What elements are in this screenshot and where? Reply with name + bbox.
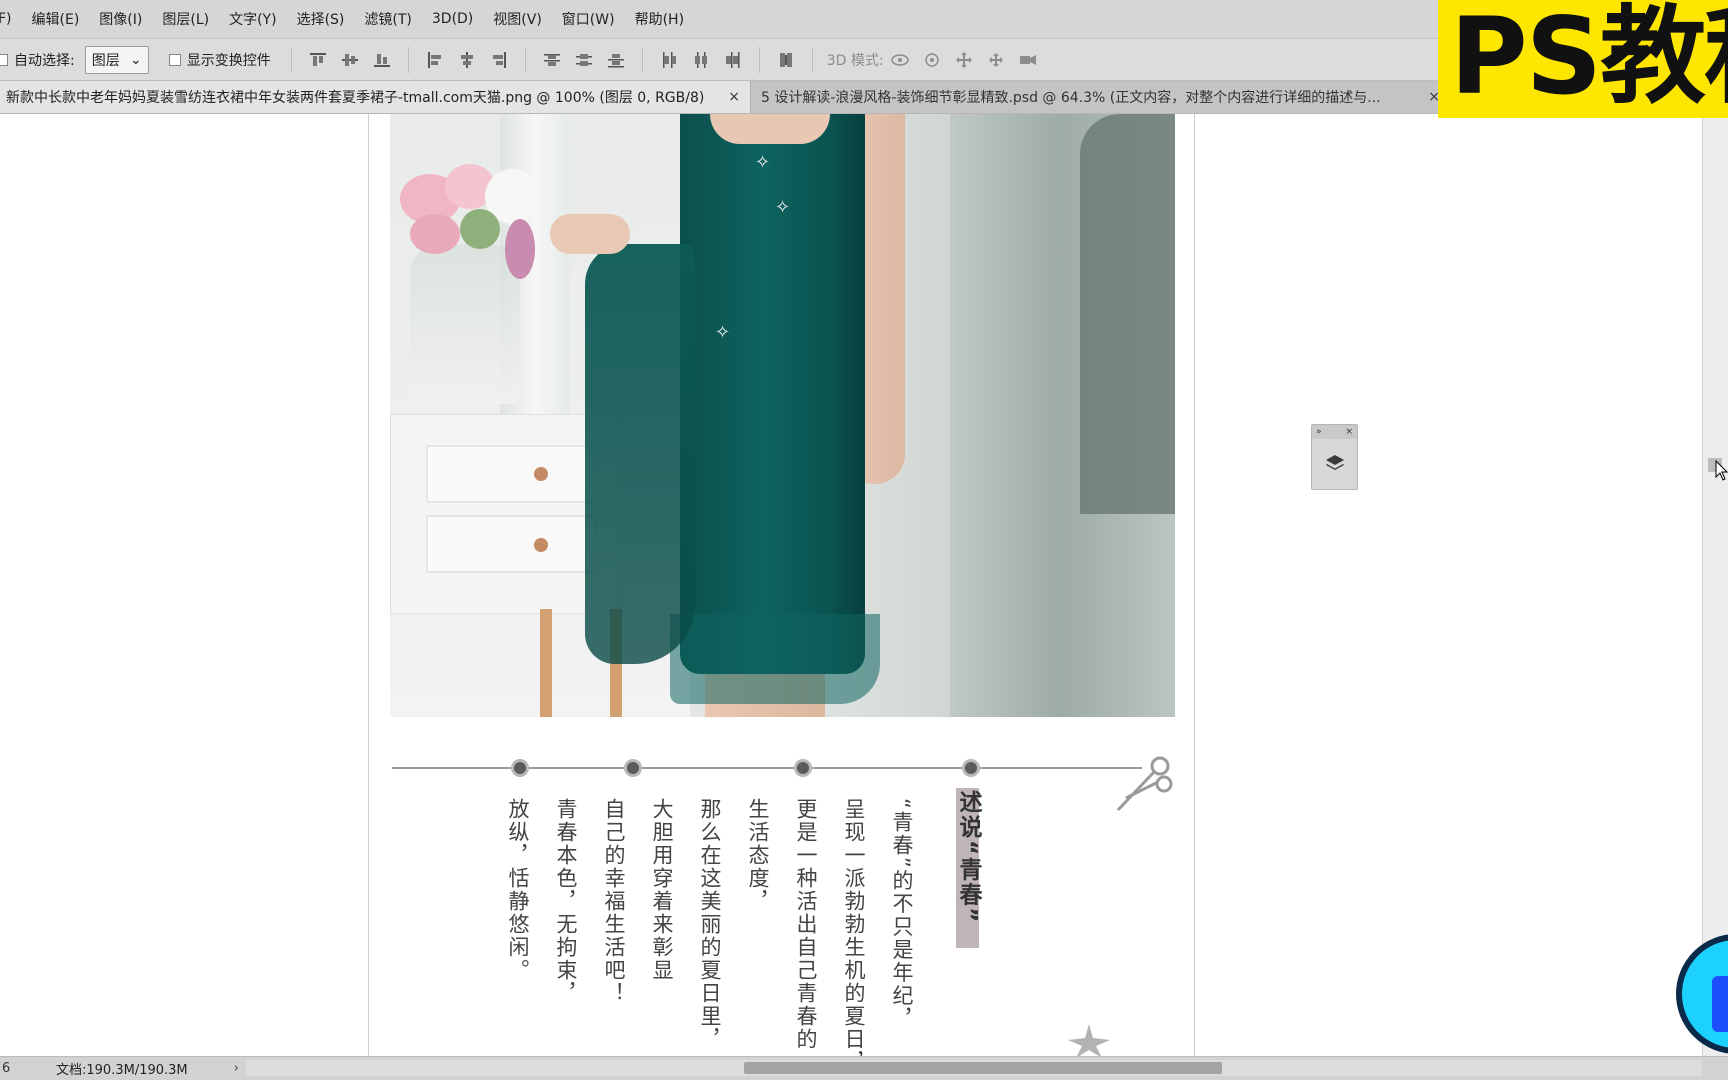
show-transform-checkbox[interactable] bbox=[168, 53, 181, 66]
timeline-dot bbox=[962, 759, 980, 777]
menu-edit[interactable]: 编辑(E) bbox=[22, 9, 90, 29]
menu-type[interactable]: 文字(Y) bbox=[219, 9, 286, 29]
layers-panel-button[interactable] bbox=[1312, 439, 1357, 489]
timeline-line bbox=[392, 767, 1142, 769]
align-right-icon[interactable] bbox=[489, 50, 509, 70]
text-column-4: 生活态度， bbox=[746, 798, 770, 913]
panel-header: » × bbox=[1312, 425, 1357, 439]
dragonfly-icon: ✧ bbox=[715, 322, 731, 343]
doc-size-info: 文档:190.3M/190.3M bbox=[56, 1063, 188, 1078]
tab-title: 5 设计解读-浪漫风格-装饰细节彰显精致.psd @ 64.3% (正文内容，对… bbox=[761, 90, 1381, 106]
text-column-3: 更是一种活出自己青春的 bbox=[794, 798, 818, 1051]
menu-layer[interactable]: 图层(L) bbox=[152, 9, 219, 29]
divider bbox=[758, 46, 760, 73]
layers-icon bbox=[1325, 455, 1344, 470]
tab-title: 新款中长款中老年妈妈夏装雪纺连衣裙中年女装两件套夏季裙子-tmall.com天猫… bbox=[6, 90, 705, 106]
divider bbox=[641, 46, 643, 73]
text-column-6: 大胆用穿着来彰显 bbox=[650, 798, 674, 982]
page-edge-left bbox=[368, 114, 369, 1056]
flower-bouquet bbox=[390, 144, 560, 279]
roll-3d-icon[interactable] bbox=[922, 50, 942, 70]
canvas-workspace[interactable]: ✧ ✧ ✧ 述说“青春” “青春”的不只是年纪， 呈现一派勃勃生机的夏日， 更是… bbox=[0, 114, 1702, 1056]
menu-file[interactable]: F) bbox=[0, 11, 22, 27]
align-left-icon[interactable] bbox=[425, 50, 445, 70]
divider bbox=[811, 46, 813, 73]
expand-panel-icon[interactable]: » bbox=[1316, 427, 1322, 437]
mouse-cursor-icon bbox=[1715, 460, 1728, 481]
menu-3d[interactable]: 3D(D) bbox=[422, 11, 483, 27]
vertical-scrollbar[interactable] bbox=[1702, 114, 1728, 1056]
divider bbox=[407, 46, 409, 73]
text-column-8: 青春本色，无拘束， bbox=[554, 798, 578, 1005]
banner-text: PS教程 bbox=[1450, 0, 1728, 118]
tutorial-banner: PS教程 bbox=[1438, 0, 1728, 118]
text-column-9: 放纵，恬静悠闲。 bbox=[506, 798, 530, 982]
auto-select-dropdown[interactable]: 图层 ⌄ bbox=[84, 45, 149, 74]
distribute-vcenter-icon[interactable] bbox=[574, 50, 594, 70]
status-menu-arrow-icon[interactable]: › bbox=[234, 1061, 239, 1076]
divider bbox=[290, 46, 292, 73]
layers-mini-panel[interactable]: » × bbox=[1311, 424, 1358, 490]
align-vcenter-icon[interactable] bbox=[340, 50, 360, 70]
scale-3d-icon[interactable] bbox=[1018, 50, 1038, 70]
horizontal-scrollbar[interactable] bbox=[246, 1060, 1702, 1076]
divider bbox=[524, 46, 526, 73]
tab-document-png[interactable]: 新款中长款中老年妈妈夏装雪纺连衣裙中年女装两件套夏季裙子-tmall.com天猫… bbox=[0, 81, 750, 113]
timeline-dot bbox=[794, 759, 812, 777]
dragonfly-icon: ✧ bbox=[775, 197, 791, 218]
timeline-dot bbox=[624, 759, 642, 777]
chevron-down-icon: ⌄ bbox=[129, 51, 142, 68]
text-column-7: 自己的幸福生活吧！ bbox=[602, 798, 626, 1005]
close-icon[interactable]: × bbox=[1345, 427, 1353, 437]
menu-filter[interactable]: 滤镜(T) bbox=[354, 9, 421, 29]
distribute-left-icon[interactable] bbox=[659, 50, 679, 70]
auto-select-value: 图层 bbox=[91, 52, 120, 69]
canvas-title: 述说“青春” bbox=[955, 790, 981, 925]
auto-select-label: 自动选择: bbox=[14, 52, 75, 69]
page-edge-right bbox=[1194, 114, 1195, 1056]
starfish-icon bbox=[1068, 1024, 1110, 1056]
text-column-2: 呈现一派勃勃生机的夏日， bbox=[842, 798, 866, 1056]
scrollbar-thumb[interactable] bbox=[744, 1062, 1222, 1074]
distribute-bottom-icon[interactable] bbox=[606, 50, 626, 70]
show-transform-label: 显示变换控件 bbox=[186, 52, 271, 69]
menu-view[interactable]: 视图(V) bbox=[483, 9, 552, 29]
menu-window[interactable]: 窗口(W) bbox=[552, 9, 625, 29]
mode-3d-label: 3D 模式: bbox=[826, 52, 884, 69]
zoom-level[interactable]: 6 bbox=[0, 1061, 22, 1076]
timeline-dot bbox=[511, 759, 529, 777]
distribute-hcenter-icon[interactable] bbox=[691, 50, 711, 70]
align-top-icon[interactable] bbox=[308, 50, 328, 70]
orbit-3d-icon[interactable] bbox=[890, 50, 910, 70]
menu-help[interactable]: 帮助(H) bbox=[625, 9, 694, 29]
align-bottom-icon[interactable] bbox=[372, 50, 392, 70]
green-dress bbox=[680, 114, 865, 674]
tab-document-psd[interactable]: 5 设计解读-浪漫风格-装饰细节彰显精致.psd @ 64.3% (正文内容，对… bbox=[750, 81, 1450, 113]
text-column-1: “青春”的不只是年纪， bbox=[890, 798, 914, 1031]
align-hcenter-icon[interactable] bbox=[457, 50, 477, 70]
chiffon-shawl bbox=[585, 244, 695, 664]
distribute-right-icon[interactable] bbox=[723, 50, 743, 70]
dragonfly-icon: ✧ bbox=[755, 152, 771, 173]
text-column-5: 那么在这美丽的夏日里， bbox=[698, 798, 722, 1051]
menu-select[interactable]: 选择(S) bbox=[287, 9, 355, 29]
slide-3d-icon[interactable] bbox=[986, 50, 1006, 70]
pan-3d-icon[interactable] bbox=[954, 50, 974, 70]
close-icon[interactable]: × bbox=[728, 89, 740, 105]
product-photo: ✧ ✧ ✧ bbox=[390, 114, 1175, 717]
scissors-icon bbox=[1116, 756, 1173, 812]
menu-image[interactable]: 图像(I) bbox=[89, 9, 152, 29]
auto-select-checkbox[interactable] bbox=[0, 53, 8, 66]
distribute-top-icon[interactable] bbox=[542, 50, 562, 70]
auto-align-icon[interactable] bbox=[776, 50, 796, 70]
